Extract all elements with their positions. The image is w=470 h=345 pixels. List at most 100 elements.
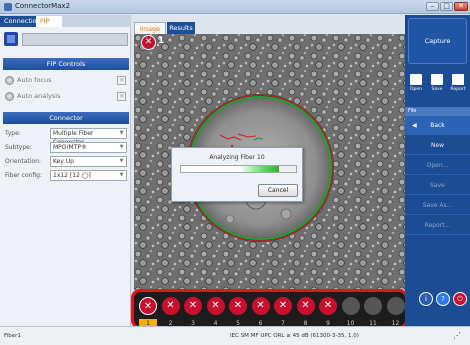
analysis-progress-bar (180, 165, 297, 173)
auto-analysis-option[interactable]: Auto analysis × (3, 90, 129, 103)
orientation-value: Key Up (53, 158, 74, 165)
fail-x-icon: ✕ (139, 297, 157, 315)
open-button[interactable]: Open (406, 71, 426, 101)
fiber-3-button[interactable]: ✕ 3 (184, 297, 202, 329)
close-button[interactable]: ✕ (454, 2, 468, 11)
fiber-7-button[interactable]: ✕ 7 (274, 297, 292, 329)
connector-orientation-row: Orientation: Key Up ▼ (3, 156, 129, 168)
new-menu-item[interactable]: New (405, 136, 470, 155)
fail-x-icon: ✕ (141, 35, 156, 50)
orientation-select[interactable]: Key Up ▼ (50, 156, 127, 167)
fail-x-icon: ✕ (296, 297, 315, 315)
info-button[interactable]: i (419, 292, 433, 306)
auto-focus-option[interactable]: Auto focus × (3, 74, 129, 87)
subtype-label: Subtype: (5, 144, 32, 151)
right-sidebar: Capture Open Save Report File ◀ Back New … (405, 15, 470, 326)
device-name-field[interactable] (22, 33, 128, 46)
subtype-value: MPO/MTP® (53, 144, 87, 151)
auto-focus-label: Auto focus (17, 76, 52, 84)
maximize-button[interactable]: □ (440, 2, 453, 11)
report-button[interactable]: Report (448, 71, 468, 101)
open-menu-item[interactable]: Open... (405, 156, 470, 175)
floppy-disk-icon (431, 74, 443, 85)
type-select[interactable]: Multiple Fiber Connector▼ (50, 128, 127, 146)
fail-x-icon: ✕ (161, 297, 180, 315)
fail-x-icon: ✕ (229, 297, 247, 315)
probe-device-icon (4, 32, 18, 46)
fiber-config-select[interactable]: 1x12 [12 ◯] ▼ (50, 170, 127, 181)
auto-analysis-label: Auto analysis (17, 92, 61, 100)
exit-button[interactable]: ⏻ (453, 292, 467, 306)
auto-focus-radio-icon (5, 76, 14, 85)
fip-controls-header: FIP Controls (3, 58, 129, 70)
status-bar: Fiber1 IEC SM MF UPC ORL ≥ 45 dB (61300-… (0, 326, 470, 345)
fiber-config-value: 1x12 [12 ◯] (53, 172, 91, 179)
type-label: Type: (5, 130, 21, 137)
open-label: Open (409, 87, 423, 92)
fail-x-icon: ✕ (184, 297, 202, 315)
fiber-5-button[interactable]: ✕ 5 (229, 297, 247, 329)
save-as-menu-item[interactable]: Save As... (405, 196, 470, 215)
pending-circle-icon (386, 297, 405, 315)
connector-fiber-config-row: Fiber config: 1x12 [12 ◯] ▼ (3, 170, 129, 182)
fail-x-icon: ✕ (274, 297, 292, 315)
capture-button[interactable]: Capture (408, 18, 467, 64)
window-title: ConnectorMax2 (15, 2, 71, 10)
fiber-2-button[interactable]: ✕ 2 (161, 297, 180, 329)
subtype-select[interactable]: MPO/MTP® ▼ (50, 142, 127, 153)
chevron-down-icon: ▼ (119, 158, 124, 164)
title-bar: ConnectorMax2 – □ ✕ (0, 0, 470, 14)
minimize-button[interactable]: – (426, 2, 439, 11)
signal-icon: ⋰ (453, 331, 461, 340)
tab-connection[interactable]: Connection (0, 16, 41, 27)
info-icon: i (425, 295, 427, 303)
fail-x-icon: ✕ (206, 297, 225, 315)
back-label: Back (430, 122, 445, 129)
help-button[interactable]: ? (436, 292, 450, 306)
fiber-10-button[interactable]: 10 (341, 297, 360, 329)
connector-header: Connector (3, 112, 129, 124)
fiber-9-button[interactable]: ✕ 9 (319, 297, 337, 329)
status-test-spec: IEC SM MF UPC ORL ≥ 45 dB (61300-3-35, 1… (230, 333, 359, 339)
auto-analysis-radio-icon (5, 92, 14, 101)
app-window: ConnectorMax2 – □ ✕ Connection FIP FIP C… (0, 0, 470, 345)
tab-results[interactable]: Results (167, 22, 195, 34)
save-menu-item[interactable]: Save (405, 176, 470, 195)
connector-subtype-row: Subtype: MPO/MTP® ▼ (3, 142, 129, 154)
file-toolbar: Open Save Report (405, 71, 470, 101)
fiber-6-button[interactable]: ✕ 6 (251, 297, 270, 329)
fiber-11-button[interactable]: 11 (364, 297, 382, 329)
analyzing-message: Analyzing Fiber 10 (209, 154, 265, 161)
left-tab-bar: Connection FIP (0, 15, 131, 27)
fiber-selector-strip: ✕ 1 ✕ 2 ✕ 3 ✕ 4 ✕ 5 ✕ 6 ✕ 7 ✕ 8 ✕ 9 10 11 12 (131, 289, 408, 329)
orientation-label: Orientation: (5, 158, 41, 165)
connector-type-row: Type: Multiple Fiber Connector▼ (3, 128, 129, 146)
fail-x-icon: ✕ (251, 297, 270, 315)
status-fiber: Fiber1 (4, 333, 21, 339)
app-icon (4, 3, 12, 11)
tab-image[interactable]: Image (134, 22, 166, 34)
save-label: Save (431, 87, 443, 92)
save-button[interactable]: Save (427, 71, 447, 101)
analyzing-dialog: Analyzing Fiber 10 Cancel (171, 147, 303, 202)
pending-circle-icon (364, 297, 382, 315)
cancel-button[interactable]: Cancel (258, 184, 298, 197)
auto-focus-toggle-icon[interactable]: × (117, 76, 126, 85)
tab-fip[interactable]: FIP (36, 16, 62, 27)
back-arrow-icon: ◀ (412, 122, 417, 129)
folder-icon (410, 74, 422, 85)
fail-x-icon: ✕ (319, 297, 337, 315)
power-icon: ⏻ (457, 295, 463, 303)
document-icon (452, 74, 464, 85)
fiber-8-button[interactable]: ✕ 8 (296, 297, 315, 329)
auto-analysis-toggle-icon[interactable]: × (117, 92, 126, 101)
back-menu-item[interactable]: ◀ Back (405, 116, 470, 135)
fiber-1-button[interactable]: ✕ 1 (139, 297, 157, 329)
report-label: Report (450, 87, 466, 92)
chevron-down-icon: ▼ (119, 172, 124, 178)
fiber-12-button[interactable]: 12 (386, 297, 405, 329)
report-menu-item[interactable]: Report... (405, 216, 470, 235)
fiber-config-label: Fiber config: (5, 172, 42, 179)
fiber-4-button[interactable]: ✕ 4 (206, 297, 225, 329)
file-menu-header: File (405, 107, 470, 116)
